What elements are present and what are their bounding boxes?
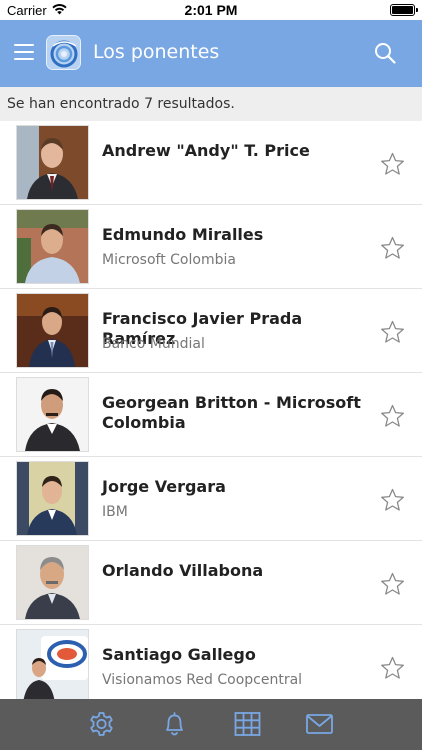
speaker-list[interactable]: Andrew "Andy" T. Price Edmundo Miralles … <box>0 121 422 699</box>
star-icon[interactable] <box>380 236 405 261</box>
speaker-row-georgean-britton[interactable]: Georgean Britton - Microsoft Colombia <box>0 373 422 457</box>
speaker-photo <box>16 125 89 200</box>
results-count-text: Se han encontrado 7 resultados. <box>7 96 235 112</box>
results-count-bar: Se han encontrado 7 resultados. <box>0 87 422 121</box>
speaker-name: Jorge Vergara <box>102 477 226 496</box>
speaker-organization: Microsoft Colombia <box>102 252 236 268</box>
app-header: Los ponentes <box>0 20 422 87</box>
speaker-name: Edmundo Miralles <box>102 225 264 244</box>
search-icon[interactable] <box>374 42 396 64</box>
speaker-photo <box>16 629 89 699</box>
star-icon[interactable] <box>380 404 405 429</box>
speaker-row-jorge-vergara[interactable]: Jorge Vergara IBM <box>0 457 422 541</box>
speaker-photo <box>16 209 89 284</box>
clock-time: 2:01 PM <box>184 2 238 18</box>
app-logo-icon <box>46 35 81 70</box>
speaker-photo <box>16 545 89 620</box>
star-icon[interactable] <box>380 656 405 681</box>
speaker-photo <box>16 377 89 452</box>
speaker-name: Andrew "Andy" T. Price <box>102 141 310 160</box>
speaker-organization: Visionamos Red Coopcentral <box>102 672 303 688</box>
star-icon[interactable] <box>380 572 405 597</box>
speaker-name: Orlando Villabona <box>102 561 264 580</box>
speaker-name: Santiago Gallego <box>102 645 256 664</box>
speaker-row-edmundo-miralles[interactable]: Edmundo Miralles Microsoft Colombia <box>0 205 422 289</box>
bell-icon[interactable] <box>160 710 189 738</box>
speaker-row-francisco-prada[interactable]: Francisco Javier Prada Ramírez Banco Mun… <box>0 289 422 373</box>
speaker-organization: Banco Mundial <box>102 336 205 352</box>
gear-icon[interactable] <box>87 710 116 738</box>
bottom-tab-bar <box>0 699 422 750</box>
grid-icon[interactable] <box>233 710 262 738</box>
star-icon[interactable] <box>380 488 405 513</box>
speaker-photo <box>16 461 89 536</box>
envelope-icon[interactable] <box>305 710 334 738</box>
status-bar: Carrier 2:01 PM <box>0 0 422 20</box>
speaker-row-santiago-gallego[interactable]: Santiago Gallego Visionamos Red Coopcent… <box>0 625 422 699</box>
speaker-row-andrew-price[interactable]: Andrew "Andy" T. Price <box>0 121 422 205</box>
speaker-photo <box>16 293 89 368</box>
speaker-organization: IBM <box>102 504 128 520</box>
page-title: Los ponentes <box>93 41 220 63</box>
speaker-row-orlando-villabona[interactable]: Orlando Villabona <box>0 541 422 625</box>
star-icon[interactable] <box>380 152 405 177</box>
star-icon[interactable] <box>380 320 405 345</box>
speaker-name: Georgean Britton - Microsoft Colombia <box>102 393 361 432</box>
battery-icon <box>390 4 418 16</box>
hamburger-menu-icon[interactable] <box>14 44 34 60</box>
